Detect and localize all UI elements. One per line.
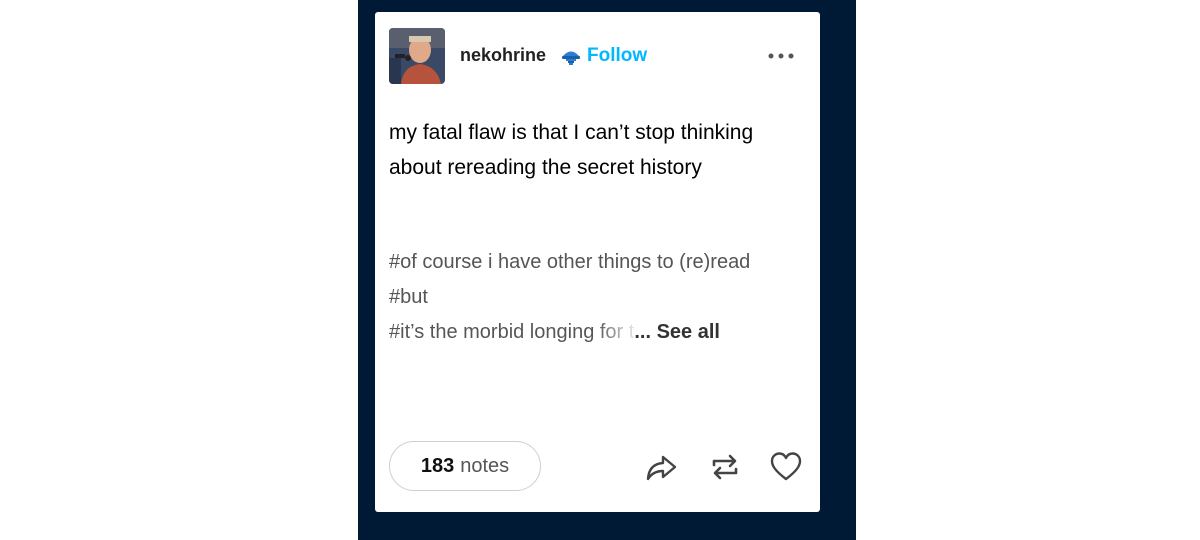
- avatar[interactable]: [389, 28, 445, 84]
- blue-hat-badge-icon[interactable]: [560, 44, 582, 66]
- tag-list: #of course i have other things to (re)re…: [389, 245, 809, 350]
- tag-link[interactable]: #but: [389, 280, 809, 315]
- post-text: my fatal flaw is that I can’t stop think…: [389, 121, 754, 179]
- reblog-icon[interactable]: [708, 450, 742, 484]
- share-icon[interactable]: [644, 450, 678, 484]
- notes-label: notes: [460, 454, 510, 477]
- follow-button[interactable]: Follow: [587, 45, 647, 67]
- truncated-tag-row: #it’s the morbid longing for t... See al…: [389, 315, 809, 350]
- username[interactable]: nekohrine: [460, 45, 546, 66]
- post-card: nekohrine Follow my fatal flaw is that I…: [375, 12, 820, 512]
- notes-count: 183: [420, 454, 455, 477]
- ellipsis: ...: [634, 321, 651, 343]
- tag-link[interactable]: #of course i have other things to (re)re…: [389, 245, 809, 280]
- see-all-link[interactable]: See all: [657, 321, 720, 343]
- more-options-icon[interactable]: [765, 46, 797, 66]
- heart-icon[interactable]: [769, 450, 803, 484]
- tag-link[interactable]: #it’s the morbid longing for t: [389, 315, 634, 350]
- notes-button[interactable]: 183 notes: [389, 441, 541, 491]
